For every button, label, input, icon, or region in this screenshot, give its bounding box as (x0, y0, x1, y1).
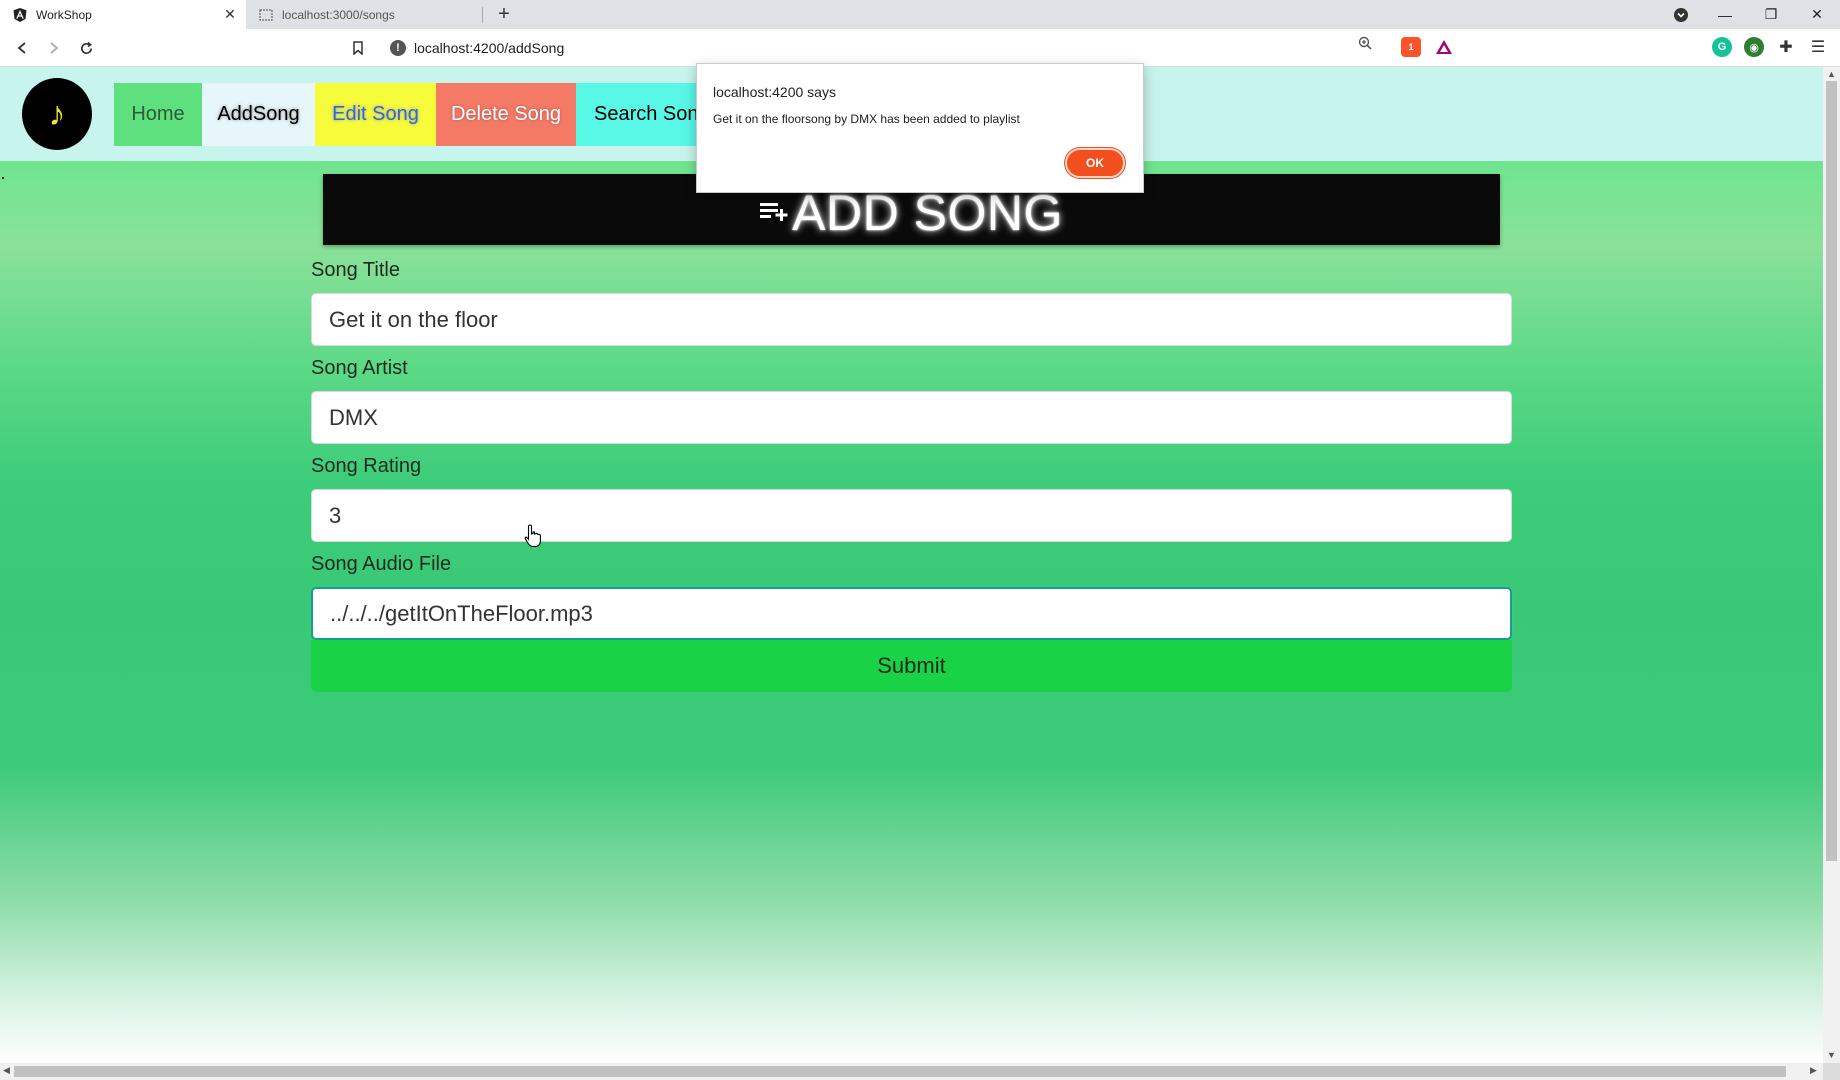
address-bar[interactable]: ! localhost:4200/addSong (340, 34, 1400, 62)
site-info-icon[interactable]: ! (390, 40, 406, 56)
page-viewport: ♪ Home AddSong Edit Song Delete Song Sea… (0, 67, 1823, 1063)
nav-edit-song[interactable]: Edit Song (315, 83, 436, 146)
menu-icon[interactable]: ☰ (1808, 37, 1828, 57)
scroll-up-icon[interactable]: ▲ (1827, 69, 1836, 79)
reload-icon[interactable] (74, 36, 98, 60)
tab-title: WorkShop (36, 7, 92, 22)
extensions-puzzle-icon[interactable]: ✚ (1776, 37, 1796, 57)
scroll-right-icon[interactable]: ▶ (1810, 1065, 1817, 1076)
scrollbar-corner (1823, 1063, 1840, 1080)
back-icon[interactable] (10, 36, 34, 60)
close-window-icon[interactable]: ✕ (1794, 0, 1840, 29)
song-artist-input[interactable] (311, 391, 1512, 444)
ok-button[interactable]: OK (1065, 148, 1125, 178)
song-audio-file-label: Song Audio File (311, 553, 452, 575)
close-tab-icon[interactable]: ✕ (222, 6, 238, 23)
dialog-title: localhost:4200 says (713, 84, 836, 100)
song-rating-label: Song Rating (311, 455, 422, 477)
nav-add-song[interactable]: AddSong (202, 83, 315, 146)
music-note-icon[interactable]: ♪ (22, 78, 92, 150)
brave-badge: 1 (1408, 42, 1414, 52)
submit-button[interactable]: Submit (311, 640, 1512, 692)
brave-shields-icon[interactable]: 1 (1401, 37, 1421, 57)
hand-cursor-icon (524, 524, 542, 554)
browser-tab-strip: WorkShop ✕ localhost:3000/songs + — ❐ ✕ (0, 0, 1840, 29)
restore-icon[interactable]: ❐ (1748, 0, 1794, 29)
tab-title: localhost:3000/songs (282, 7, 395, 22)
song-title-input[interactable] (311, 293, 1512, 346)
vertical-scroll-thumb[interactable] (1826, 81, 1837, 861)
tab-songs[interactable]: localhost:3000/songs (246, 0, 482, 29)
tab-search-icon[interactable] (1658, 0, 1704, 29)
song-audio-file-input[interactable] (311, 587, 1512, 640)
zoom-icon[interactable] (1358, 36, 1372, 54)
page-icon (258, 7, 274, 23)
scroll-down-icon[interactable]: ▼ (1827, 1050, 1836, 1060)
angular-icon (12, 7, 28, 23)
minimize-icon[interactable]: — (1702, 0, 1748, 29)
browser-toolbar: ! localhost:4200/addSong 1 G ◉ ✚ ☰ (0, 29, 1840, 67)
horizontal-scroll-thumb[interactable] (14, 1066, 1786, 1077)
tab-divider (482, 7, 483, 23)
song-artist-label: Song Artist (311, 357, 408, 379)
url-text: localhost:4200/addSong (414, 40, 565, 56)
tab-workshop[interactable]: WorkShop ✕ (0, 0, 246, 29)
add-song-form: Song Title Song Artist Song Rating Song … (311, 256, 1512, 692)
alert-dialog: localhost:4200 says Get it on the floors… (696, 63, 1144, 193)
song-title-label: Song Title (311, 259, 400, 281)
playlist-add-icon (760, 196, 790, 230)
brave-rewards-icon[interactable] (1434, 37, 1454, 57)
nav-home[interactable]: Home (114, 83, 202, 146)
nav-delete-song[interactable]: Delete Song (436, 83, 576, 146)
extension-globe-icon[interactable]: ◉ (1744, 37, 1764, 57)
dialog-message: Get it on the floorsong by DMX has been … (713, 112, 1020, 126)
horizontal-scrollbar[interactable]: ◀ ▶ (0, 1063, 1823, 1080)
grammarly-icon[interactable]: G (1712, 37, 1732, 57)
new-tab-button[interactable]: + (492, 2, 516, 26)
forward-icon[interactable] (42, 36, 66, 60)
stray-dot (2, 177, 4, 179)
vertical-scrollbar[interactable]: ▲ ▼ (1823, 67, 1840, 1063)
song-rating-input[interactable] (311, 489, 1512, 542)
scroll-left-icon[interactable]: ◀ (3, 1065, 10, 1076)
nav-search-song[interactable]: Search Song (576, 83, 700, 146)
